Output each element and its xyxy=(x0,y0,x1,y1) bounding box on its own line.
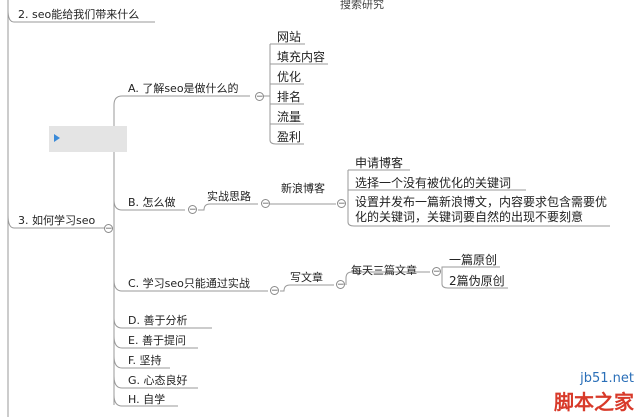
a-item-0[interactable]: 网站 xyxy=(277,30,301,44)
section-b-label[interactable]: B. 怎么做 xyxy=(128,196,176,210)
collapse-toggle-a[interactable]: − xyxy=(255,92,264,102)
branch-3[interactable]: 3. 如何学习seo xyxy=(18,214,95,228)
a-item-5[interactable]: 盈利 xyxy=(277,130,301,144)
section-e[interactable]: E. 善于提问 xyxy=(128,334,186,348)
c-sub[interactable]: 写文章 xyxy=(290,271,323,285)
collapse-toggle-c-subsub[interactable]: − xyxy=(432,267,441,277)
c-subsub[interactable]: 每天三篇文章 xyxy=(351,264,417,278)
mindmap-canvas: 搜索研究 2. seo能给我们带来什么 3. 如何学习seo − A. 了解se… xyxy=(0,0,640,417)
a-item-1[interactable]: 填充内容 xyxy=(277,50,325,64)
b-item-1[interactable]: 选择一个没有被优化的关键词 xyxy=(355,176,511,190)
collapse-toggle-c[interactable]: − xyxy=(270,286,279,296)
b-sub[interactable]: 实战思路 xyxy=(207,190,251,204)
branch-2[interactable]: 2. seo能给我们带来什么 xyxy=(18,8,139,22)
watermark-name: 脚本之家 xyxy=(554,390,634,414)
a-item-3[interactable]: 排名 xyxy=(277,90,301,104)
section-g[interactable]: G. 心态良好 xyxy=(128,374,188,388)
collapse-toggle-3[interactable]: − xyxy=(104,224,113,234)
collapse-toggle-c-sub[interactable]: − xyxy=(336,280,345,290)
top-partial-node[interactable]: 搜索研究 xyxy=(340,0,384,12)
section-h[interactable]: H. 自学 xyxy=(128,393,165,407)
section-a-label[interactable]: A. 了解seo是做什么的 xyxy=(128,82,239,96)
b-item-2[interactable]: 设置并发布一篇新浪博文，内容要求包含需要优化的关键词，关键词要自然的出现不要刻意 xyxy=(355,195,615,225)
section-d[interactable]: D. 善于分析 xyxy=(128,314,187,328)
b-subsub[interactable]: 新浪博客 xyxy=(281,182,325,196)
c-item-1[interactable]: 2篇伪原创 xyxy=(449,274,505,288)
section-c-label[interactable]: C. 学习seo只能通过实战 xyxy=(128,277,250,291)
a-item-4[interactable]: 流量 xyxy=(277,110,301,124)
collapse-toggle-b-sub[interactable]: − xyxy=(261,199,270,209)
watermark-domain: jb51.net xyxy=(580,371,634,386)
a-item-2[interactable]: 优化 xyxy=(277,70,301,84)
b-item-0[interactable]: 申请博客 xyxy=(355,156,403,170)
section-f[interactable]: F. 坚持 xyxy=(128,354,162,368)
watermark: jb51.net 脚本之家 xyxy=(554,371,634,415)
collapse-toggle-b-subsub[interactable]: − xyxy=(337,199,346,209)
play-arrow-icon[interactable] xyxy=(54,134,60,142)
collapse-toggle-b[interactable]: − xyxy=(188,205,197,215)
selection-highlight[interactable] xyxy=(49,126,127,152)
c-item-0[interactable]: 一篇原创 xyxy=(449,253,497,267)
